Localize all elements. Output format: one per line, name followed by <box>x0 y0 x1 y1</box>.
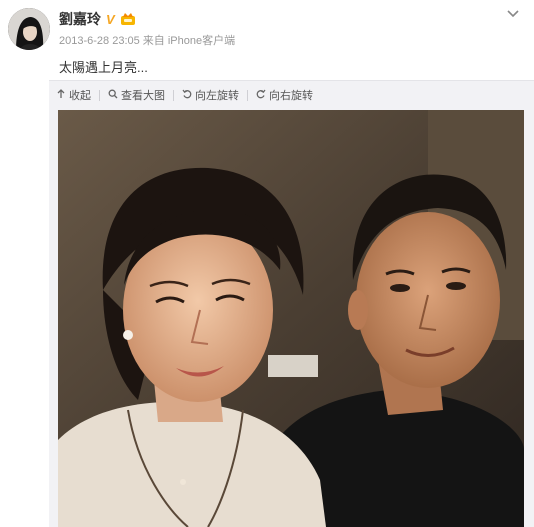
avatar[interactable] <box>8 8 50 50</box>
rotate-left-icon <box>182 89 192 102</box>
view-large-label: 查看大图 <box>121 90 165 102</box>
magnifier-icon <box>108 89 118 102</box>
view-large-button[interactable]: 查看大图 <box>108 87 165 103</box>
toolbar-divider <box>99 89 100 101</box>
post-meta: 2013-6-28 23:05 来自 iPhone客户端 <box>59 35 236 47</box>
collapse-button[interactable]: 收起 <box>56 87 91 103</box>
rotate-left-label: 向左旋转 <box>195 90 239 102</box>
chevron-down-icon[interactable] <box>505 7 521 19</box>
verified-badge: V <box>106 11 115 27</box>
rotate-right-button[interactable]: 向右旋转 <box>256 87 313 103</box>
post-text: 太陽遇上月亮... <box>59 60 148 75</box>
rotate-left-button[interactable]: 向左旋转 <box>182 87 239 103</box>
rotate-right-icon <box>256 89 266 102</box>
arrow-up-icon <box>56 88 66 102</box>
username[interactable]: 劉嘉玲 <box>59 9 101 29</box>
author-row: 劉嘉玲 V <box>59 9 136 29</box>
member-crown-icon <box>120 12 136 26</box>
toolbar-divider <box>173 89 174 101</box>
toolbar-divider <box>247 89 248 101</box>
collapse-label: 收起 <box>69 90 91 102</box>
image-toolbar: 收起 查看大图 向左旋转 向右旋转 <box>56 87 321 103</box>
post-photo[interactable] <box>58 110 524 527</box>
rotate-right-label: 向右旋转 <box>269 90 313 102</box>
media-panel: 收起 查看大图 向左旋转 向右旋转 <box>49 80 534 527</box>
